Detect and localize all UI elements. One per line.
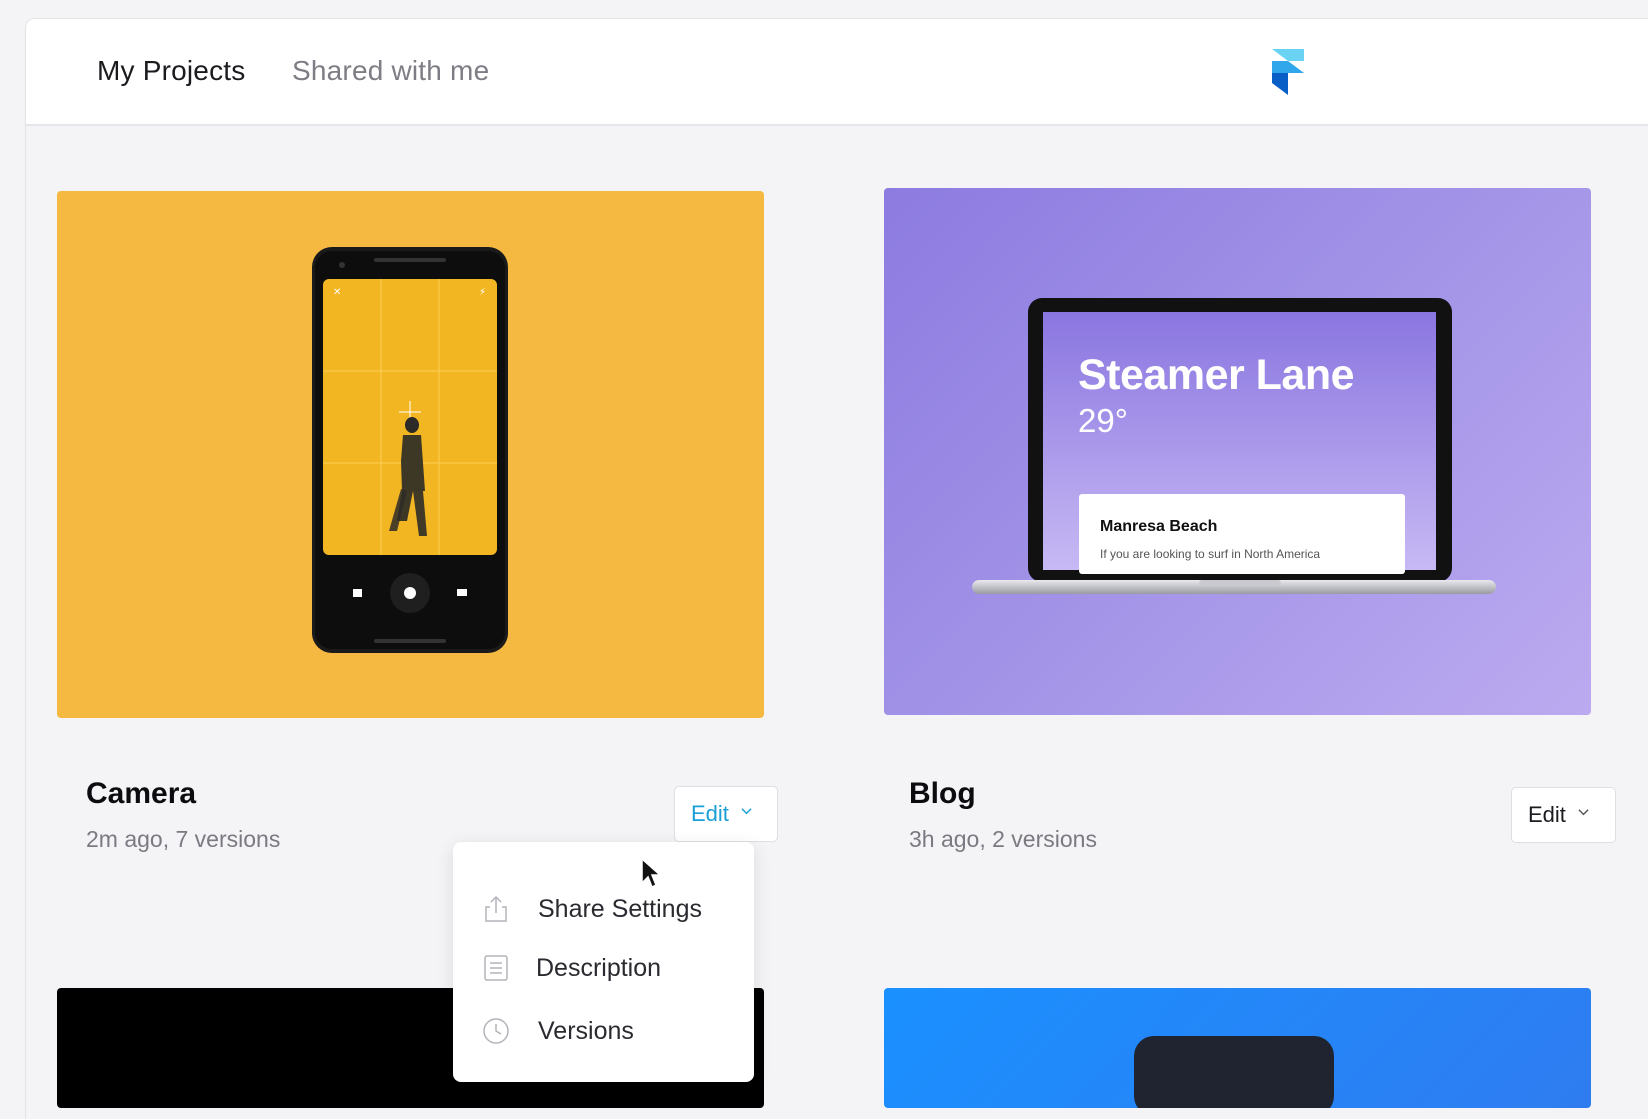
edit-button-label: Edit <box>691 801 729 826</box>
framer-logo-icon[interactable] <box>1270 49 1306 97</box>
blog-preview-card-title: Manresa Beach <box>1100 518 1218 535</box>
project-title-camera[interactable]: Camera <box>86 777 196 811</box>
chevron-down-icon <box>1578 808 1589 815</box>
menu-item-description[interactable]: Description <box>453 939 754 997</box>
blog-project-thumbnail[interactable]: Steamer Lane 29° Manresa Beach If you ar… <box>884 188 1591 715</box>
tab-my-projects[interactable]: My Projects <box>97 55 245 87</box>
device-mockup <box>1134 1036 1334 1108</box>
share-icon <box>485 895 507 922</box>
tab-shared-with-me[interactable]: Shared with me <box>292 55 489 87</box>
blog-preview-heading: Steamer Lane <box>1078 351 1355 399</box>
menu-item-label: Share Settings <box>538 894 702 923</box>
project-title-blog[interactable]: Blog <box>909 777 976 811</box>
project-meta-camera: 2m ago, 7 versions <box>86 826 281 852</box>
menu-item-label: Description <box>536 953 662 982</box>
document-icon <box>484 955 508 981</box>
laptop-mockup <box>972 298 1496 594</box>
blog-preview-card-text: If you are looking to surf in North Amer… <box>1100 547 1321 561</box>
camera-edit-button[interactable]: Edit <box>674 786 778 842</box>
project-meta-blog: 3h ago, 2 versions <box>909 826 1097 852</box>
menu-item-versions[interactable]: Versions <box>453 1002 754 1060</box>
edit-dropdown-menu: Share Settings Description Versions <box>453 842 754 1082</box>
menu-item-label: Versions <box>538 1016 634 1045</box>
camera-project-thumbnail[interactable]: ✕ ⚡ <box>57 191 764 718</box>
svg-text:✕: ✕ <box>333 287 341 298</box>
phone-mockup: ✕ ⚡ <box>312 247 508 653</box>
chevron-down-icon <box>741 807 752 814</box>
clock-icon <box>483 1018 509 1044</box>
project-thumbnail-blue[interactable] <box>884 988 1591 1108</box>
mouse-cursor-icon <box>641 857 662 889</box>
blog-preview-temperature: 29° <box>1078 402 1128 439</box>
edit-button-label: Edit <box>1528 802 1566 827</box>
menu-item-share-settings[interactable]: Share Settings <box>453 880 754 938</box>
top-bar: My Projects Shared with me <box>26 19 1648 126</box>
svg-text:⚡: ⚡ <box>479 287 486 298</box>
blog-edit-button[interactable]: Edit <box>1511 787 1616 843</box>
